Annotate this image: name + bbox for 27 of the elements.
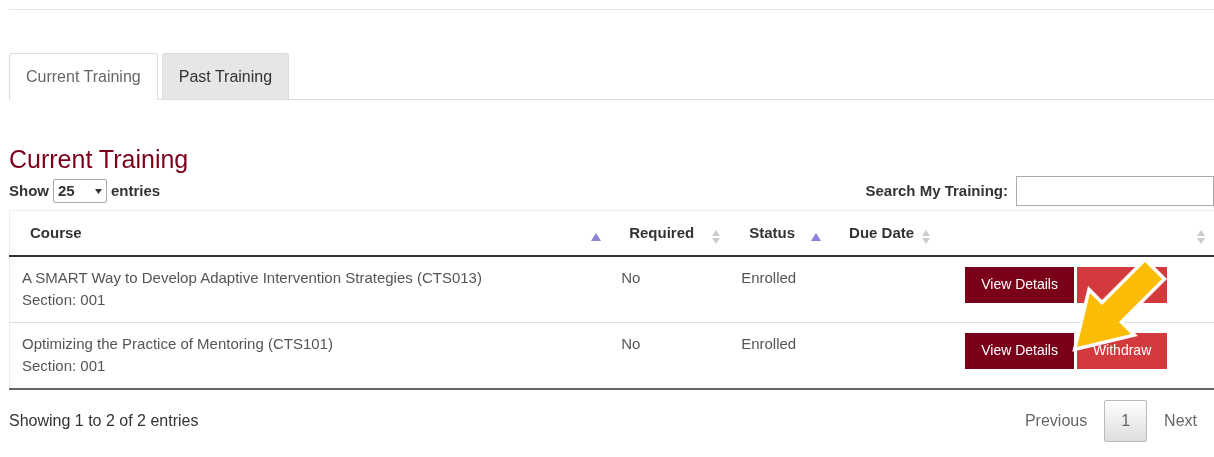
- search-label: Search My Training:: [865, 180, 1008, 201]
- column-header[interactable]: Required: [609, 210, 730, 256]
- search-field[interactable]: [1016, 176, 1214, 206]
- column-header[interactable]: Due Date: [829, 210, 940, 256]
- tab[interactable]: Current Training: [9, 53, 158, 100]
- view-details-button[interactable]: View Details: [965, 266, 1075, 303]
- pagination-button[interactable]: 1: [1104, 399, 1148, 442]
- pagination-button[interactable]: Previous: [1007, 399, 1105, 442]
- view-details-button[interactable]: View Details: [965, 332, 1075, 369]
- required-cell: No: [621, 334, 641, 352]
- entries-label: entries: [111, 180, 161, 201]
- column-header[interactable]: Course: [9, 210, 610, 256]
- show-label: Show: [9, 180, 49, 201]
- section-label: Section: 001: [22, 290, 107, 310]
- section-label: Section: 001: [22, 356, 107, 376]
- column-header[interactable]: Status: [729, 210, 830, 256]
- status-cell: Enrolled: [741, 334, 797, 352]
- required-cell: No: [621, 268, 641, 286]
- tab[interactable]: Past Training: [161, 53, 290, 99]
- section-heading: Current Training: [9, 144, 190, 174]
- caret-icon: [95, 189, 102, 195]
- course-title: Optimizing the Practice of Mentoring (CTS101): [22, 333, 334, 354]
- entries-select[interactable]: 25: [53, 178, 107, 204]
- course-title: A SMART Way to Develop Adaptive Intervention Strategies (CTS013): [22, 267, 483, 288]
- pagination-button[interactable]: Next: [1147, 399, 1214, 442]
- table-info: Showing 1 to 2 of 2 entries: [9, 410, 199, 431]
- status-cell: Enrolled: [741, 268, 797, 286]
